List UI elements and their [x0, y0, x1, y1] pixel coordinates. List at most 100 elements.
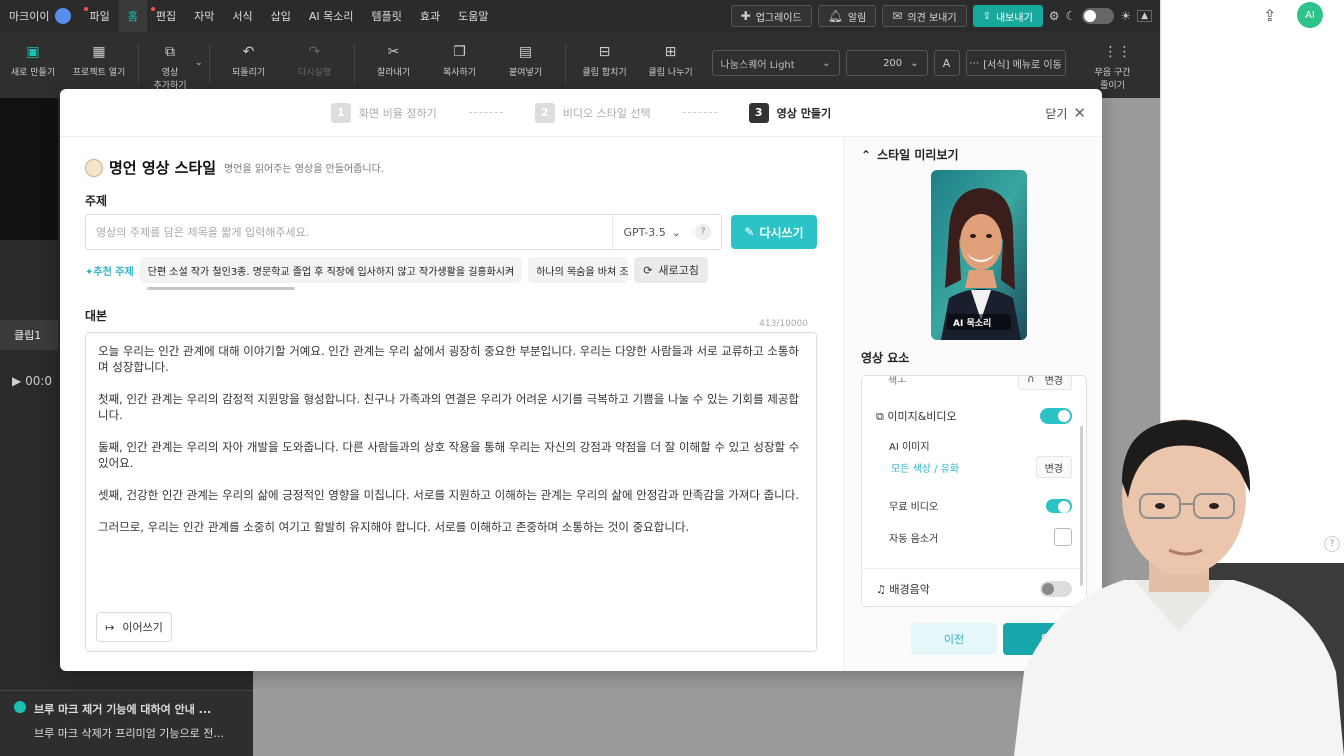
notice-title: 브루 마크 제거 기능에 대하여 안내 ...: [34, 703, 212, 716]
menu-template[interactable]: 템플릿: [363, 0, 411, 32]
model-select[interactable]: GPT-3.5 ⌄ ?: [612, 214, 721, 250]
topic-field: GPT-3.5 ⌄ ?: [85, 214, 722, 250]
copy-label: 복사하기: [442, 68, 477, 78]
chevron-down-icon[interactable]: ⌄: [195, 58, 203, 68]
elements-title: 영상 요소: [861, 351, 910, 365]
step-3-label: 영상 만들기: [776, 106, 832, 120]
gear-icon[interactable]: ⚙: [1049, 9, 1060, 23]
partial-change-button[interactable]: ∩ 변경: [1018, 376, 1072, 390]
playback-time: 00:0: [25, 374, 53, 388]
continue-writing-label: 이어쓰기: [122, 621, 163, 634]
rewrite-button[interactable]: ✎ 다시쓰기: [731, 215, 817, 249]
style-emoji-icon: [85, 158, 103, 177]
cut-button[interactable]: ✂ 잘라내기: [361, 44, 427, 78]
merge-label: 클립 합치기: [582, 68, 627, 78]
refresh-button[interactable]: ⟳ 새로고침: [634, 257, 708, 283]
font-select[interactable]: 나눔스퀘어 Light ⌄: [711, 50, 840, 76]
move-to-format-label: [서식] 메뉴로 이동: [983, 59, 1062, 71]
share-icon[interactable]: ⇪: [1263, 6, 1276, 25]
new-button[interactable]: ▣ 새로 만들기: [0, 44, 66, 78]
menu-help[interactable]: 도움말: [449, 0, 497, 32]
user-menu[interactable]: 마크이이: [0, 0, 80, 32]
menu-edit-label: 편집: [155, 10, 177, 23]
previous-button[interactable]: 이전: [911, 623, 997, 655]
script-paragraph: 첫째, 인간 관계는 우리의 감정적 지원망을 형성합니다. 친구나 가족과의 …: [98, 392, 799, 422]
alert-button[interactable]: 🔔︎ 알림: [817, 5, 877, 27]
partial-label: 색ㅗ: [888, 375, 907, 387]
step-1-label: 화면 비율 정하기: [358, 106, 437, 120]
play-icon[interactable]: ▶: [12, 374, 21, 388]
chips-scrollbar[interactable]: [147, 287, 295, 290]
topic-input[interactable]: [86, 225, 613, 239]
topic-chip[interactable]: 하나의 목숨을 바쳐 조: [528, 257, 629, 283]
script-paragraph: 그러므로, 우리는 인간 관계를 소중히 여기고 활발히 유지해야 합니다. 서…: [98, 520, 690, 534]
theme-toggle[interactable]: [1082, 8, 1115, 24]
script-paragraph: 셋째, 건강한 인간 관계는 우리의 삶에 긍정적인 영향을 미칩니다. 서로를…: [98, 488, 799, 502]
topic-label: 주제: [85, 194, 108, 208]
char-counter: 413/10000: [759, 319, 808, 329]
bgm-label: 배경음악: [889, 583, 930, 596]
silence-icon: ⋮⋮: [1103, 44, 1132, 60]
move-to-format-button[interactable]: ⋯ [서식] 메뉴로 이동: [965, 50, 1066, 76]
previous-label: 이전: [943, 633, 965, 646]
menu-file-label: 파일: [89, 10, 110, 23]
continue-writing-button[interactable]: ↦ 이어쓰기: [96, 612, 172, 642]
feedback-button[interactable]: ✉ 의견 보내기: [882, 5, 967, 27]
add-video-button[interactable]: ⧉ 영상 추가하기: [145, 44, 195, 91]
script-textarea[interactable]: 오늘 우리는 인간 관계에 대해 이야기할 거예요. 인간 관계는 우리 삶에서…: [85, 332, 817, 652]
font-select-value: 나눔스퀘어 Light: [720, 59, 795, 71]
menu-insert[interactable]: 삽입: [262, 0, 300, 32]
close-label: 닫기: [1045, 106, 1068, 121]
refresh-icon: ⟳: [643, 263, 653, 277]
model-value: GPT-3.5: [623, 225, 666, 239]
upgrade-button[interactable]: ✚ 업그레이드: [730, 5, 812, 27]
menu-effects[interactable]: 효과: [411, 0, 449, 32]
collapse-icon[interactable]: ▲: [1137, 10, 1152, 22]
merge-clip-button[interactable]: ⊟ 클립 합치기: [572, 44, 638, 78]
ai-avatar[interactable]: AI: [1297, 2, 1323, 28]
notice-body: 브루 마크 삭제가 프리미엄 기능으로 전...: [34, 727, 224, 740]
reduce-silence-button[interactable]: ⋮⋮ 무음 구간 줄이기: [1080, 44, 1146, 91]
element-row-partial: 색ㅗ ∩ 변경: [876, 375, 1072, 390]
topic-chip[interactable]: 단편 소설 작가 철인3종. 명문학교 졸업 후 직장에 입사하지 않고 작가생…: [139, 257, 523, 283]
menu-insert-label: 삽입: [270, 10, 291, 23]
menu-ai-voice-label: AI 목소리: [308, 10, 354, 23]
playback-row: ▶ 00:0: [12, 374, 52, 388]
split-label: 클립 나누기: [648, 68, 693, 78]
menu-help-label: 도움말: [458, 10, 489, 23]
image-video-label: 이미지&비디오: [887, 410, 957, 423]
menu-file[interactable]: 파일: [80, 0, 118, 32]
open-project-button[interactable]: ▦ 프로젝트 열기: [66, 44, 132, 78]
menu-format[interactable]: 서식: [223, 0, 261, 32]
undo-button[interactable]: ↶ 되돌리기: [216, 44, 282, 78]
close-button[interactable]: 닫기 ✕: [1045, 104, 1086, 122]
font-size-input[interactable]: 200 ⌄: [845, 50, 928, 76]
help-icon[interactable]: ?: [695, 224, 711, 240]
menu-subtitle[interactable]: 자막: [185, 0, 223, 32]
menu-home[interactable]: 홈: [118, 0, 147, 32]
recommended-label-text: 추천 주제: [93, 266, 134, 278]
step-connector: [468, 112, 503, 113]
clapperboard-icon: ▦: [92, 44, 106, 60]
ai-voice-badge: AI 목소리: [953, 319, 992, 329]
menu-ai-voice[interactable]: AI 목소리: [300, 0, 363, 32]
menu-edit[interactable]: 편집: [147, 0, 185, 32]
preview-header[interactable]: ⌃ 스타일 미리보기: [861, 146, 959, 163]
step-indicator: 1 화면 비율 정하기 2 비디오 스타일 선택 3 영상 만들기: [60, 89, 1102, 137]
paste-button[interactable]: ▤ 붙여넣기: [493, 44, 559, 78]
clip-item[interactable]: 클립1: [0, 320, 58, 350]
copy-button[interactable]: ❐ 복사하기: [427, 44, 493, 78]
step-1-number: 1: [330, 102, 351, 123]
paste-label: 붙여넣기: [508, 68, 543, 78]
export-button[interactable]: ⇪ 내보내기: [972, 5, 1043, 27]
menu-format-label: 서식: [232, 10, 253, 23]
close-icon: ✕: [1073, 104, 1086, 122]
text-color-button[interactable]: A: [933, 50, 960, 76]
redo-button[interactable]: ↷ 다시실행: [282, 44, 348, 78]
arrow-right-bar-icon: ↦: [105, 620, 115, 634]
notice-banner[interactable]: 브루 마크 제거 기능에 대하여 안내 ... 브루 마크 삭제가 프리미엄 기…: [0, 690, 253, 756]
split-clip-button[interactable]: ⊞ 클립 나누기: [638, 44, 704, 78]
bell-icon: 🔔︎: [827, 9, 843, 23]
create-video-modal: 1 화면 비율 정하기 2 비디오 스타일 선택 3 영상 만들기 닫기 ✕ 명언 영상…: [60, 89, 1102, 671]
step-3: 3 영상 만들기: [748, 102, 832, 123]
